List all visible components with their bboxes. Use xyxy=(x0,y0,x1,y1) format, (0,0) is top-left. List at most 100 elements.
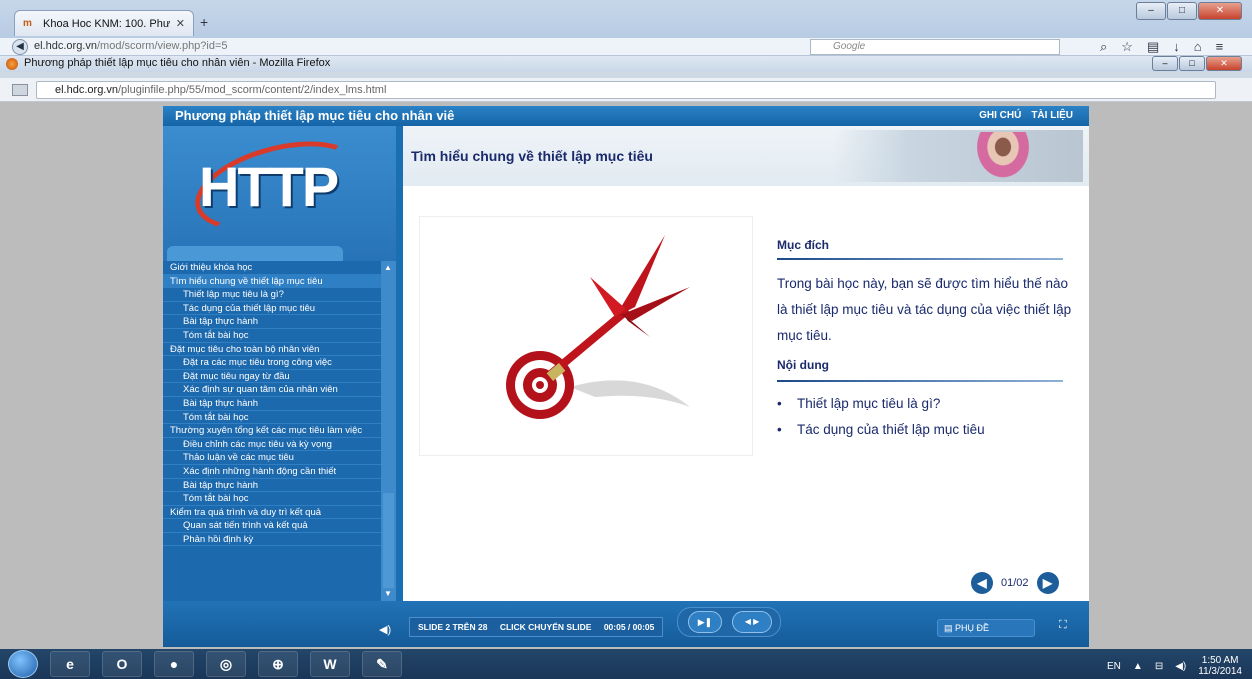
search-icon[interactable]: ⌕ xyxy=(1100,39,1107,55)
bookmarks-menu-icon[interactable]: ▤ xyxy=(1147,39,1159,55)
purpose-text: Trong bài học này, bạn sẽ được tìm hiểu … xyxy=(777,276,1072,343)
tab-close-icon[interactable]: ✕ xyxy=(176,17,185,30)
menu-subitem[interactable]: Tóm tắt bài học xyxy=(163,492,396,506)
tab-title: Khoa Hoc KNM: 100. Phươ... xyxy=(43,17,170,30)
back-button[interactable]: ◀ xyxy=(12,39,28,55)
player-control-bar: ◀) SLIDE 2 TRÊN 28 CLICK CHUYỂN SLIDE 00… xyxy=(163,601,1089,647)
menu-subitem[interactable]: Tóm tắt bài học xyxy=(163,411,396,425)
moodle-favicon-icon: m xyxy=(23,17,32,29)
firefox-icon xyxy=(6,58,18,70)
browser-tab[interactable]: m Khoa Hoc KNM: 100. Phươ... ✕ xyxy=(14,10,194,36)
volume-tray-icon[interactable]: ◀) xyxy=(1175,661,1186,672)
logo-area: HTTP xyxy=(163,125,396,262)
menu-subitem[interactable]: Đặt ra các mục tiêu trong công việc xyxy=(163,356,396,370)
main-url-host: el.hdc.org.vn xyxy=(34,40,97,52)
popup-title-bar: Phương pháp thiết lập mục tiêu cho nhân … xyxy=(0,56,1252,72)
bullet-item: • Thiết lập mục tiêu là gì? xyxy=(777,396,941,411)
course-player: Phương pháp thiết lập mục tiêu cho nhân … xyxy=(163,106,1089,647)
slide-header: Tìm hiểu chung về thiết lập mục tiêu xyxy=(403,126,1089,186)
toolbar-icons: ⌕ ☆ ▤ ↓ ⌂ ≡ xyxy=(1100,39,1223,55)
menu-subitem[interactable]: Đặt mục tiêu ngay từ đầu xyxy=(163,370,396,384)
firefox-taskbar-icon[interactable]: ● xyxy=(154,651,194,677)
minimize-button[interactable]: – xyxy=(1136,2,1166,20)
new-tab-button[interactable]: + xyxy=(200,14,208,30)
menu-subitem[interactable]: Bài tập thực hành xyxy=(163,315,396,329)
close-window-button[interactable]: ✕ xyxy=(1198,2,1242,20)
tray-expand-icon[interactable]: ▲ xyxy=(1133,661,1143,672)
maximize-button[interactable]: □ xyxy=(1167,2,1197,20)
language-indicator[interactable]: EN xyxy=(1107,661,1121,672)
content-heading: Nội dung xyxy=(777,358,829,372)
windows-taskbar: e O ● ◎ ⊕ W ✎ EN ▲ ⊟ ◀) 1:50 AM 11/3/201… xyxy=(0,649,1252,679)
menu-subitem[interactable]: Phản hồi định kỳ xyxy=(163,533,396,547)
slide-navigation: ◀ 01/02 ▶ xyxy=(971,572,1059,594)
rewind-forward-button[interactable]: ◀ ▶ xyxy=(732,611,772,633)
network-icon[interactable]: ⊟ xyxy=(1155,661,1163,672)
word-icon[interactable]: W xyxy=(310,651,350,677)
header-links: GHI CHÚ TÀI LIỆU xyxy=(979,110,1073,121)
popup-url-field[interactable]: el.hdc.org.vn/pluginfile.php/55/mod_scor… xyxy=(36,81,1216,99)
vpn-icon[interactable]: ⊕ xyxy=(258,651,298,677)
menu-icon[interactable]: ≡ xyxy=(1216,39,1224,55)
clock-date: 11/3/2014 xyxy=(1198,666,1242,677)
sidebar-icon[interactable] xyxy=(12,84,28,96)
slide-title: Tìm hiểu chung về thiết lập mục tiêu xyxy=(411,148,653,164)
menu-subitem[interactable]: Thảo luận về các mục tiêu xyxy=(163,451,396,465)
menu-section[interactable]: Giới thiệu khóa học xyxy=(163,261,396,275)
menu-subitem[interactable]: Tóm tắt bài học xyxy=(163,329,396,343)
bullet-item: • Tác dụng của thiết lập mục tiêu xyxy=(777,422,985,437)
menu-subitem[interactable]: Xác định những hành động cần thiết xyxy=(163,465,396,479)
menu-section[interactable]: Tìm hiểu chung về thiết lập mục tiêu xyxy=(163,274,396,289)
documents-link[interactable]: TÀI LIỆU xyxy=(1031,110,1073,121)
scroll-down-icon[interactable]: ▼ xyxy=(384,589,392,598)
menu-section[interactable]: Kiểm tra quá trình và duy trì kết quả xyxy=(163,506,396,520)
fullscreen-icon[interactable]: ⛶ xyxy=(1059,619,1077,637)
download-icon[interactable]: ↓ xyxy=(1173,39,1180,55)
popup-close-button[interactable]: ✕ xyxy=(1206,56,1242,71)
ie-icon[interactable]: e xyxy=(50,651,90,677)
clock[interactable]: 1:50 AM 11/3/2014 xyxy=(1198,655,1242,677)
scrollbar-thumb[interactable] xyxy=(383,493,394,588)
menu-subitem[interactable]: Tác dụng của thiết lập mục tiêu xyxy=(163,302,396,316)
search-input[interactable]: Google xyxy=(810,39,1060,55)
notes-link[interactable]: GHI CHÚ xyxy=(979,110,1021,121)
system-tray: EN ▲ ⊟ ◀) 1:50 AM 11/3/2014 xyxy=(1107,655,1242,677)
header-photo xyxy=(833,130,1083,182)
purpose-divider xyxy=(777,258,1063,260)
menu-subitem[interactable]: Điều chỉnh các mục tiêu và kỳ vọng xyxy=(163,438,396,452)
play-pause-button[interactable]: ▶❚ xyxy=(688,611,722,633)
menu-subitem[interactable]: Bài tập thực hành xyxy=(163,479,396,493)
scroll-up-icon[interactable]: ▲ xyxy=(384,263,392,272)
purpose-heading: Mục đích xyxy=(777,238,830,252)
menu-section[interactable]: Đặt mục tiêu cho toàn bộ nhân viên xyxy=(163,343,396,357)
subtitle-button[interactable]: ▤ PHỤ ĐỀ xyxy=(937,619,1035,637)
menu-subitem[interactable]: Bài tập thực hành xyxy=(163,397,396,411)
browser-nav-bar: ◀ el.hdc.org.vn/mod/scorm/view.php?id=5 … xyxy=(0,38,1252,56)
start-button[interactable] xyxy=(8,650,38,678)
slide-status-strip: SLIDE 2 TRÊN 28 CLICK CHUYỂN SLIDE 00:05… xyxy=(409,617,663,637)
prev-page-button[interactable]: ◀ xyxy=(971,572,993,594)
dart-illustration xyxy=(506,235,690,419)
popup-minimize-button[interactable]: – xyxy=(1152,56,1178,71)
menu-scrollbar[interactable]: ▲ ▼ xyxy=(381,261,396,601)
page-indicator: 01/02 xyxy=(1001,577,1029,589)
outlook-icon[interactable]: O xyxy=(102,651,142,677)
bullet-text: Thiết lập mục tiêu là gì? xyxy=(797,396,941,411)
browser-tab-bar: m Khoa Hoc KNM: 100. Phươ... ✕ + – □ ✕ xyxy=(0,0,1252,38)
menu-subitem[interactable]: Thiết lập mục tiêu là gì? xyxy=(163,288,396,302)
popup-maximize-button[interactable]: □ xyxy=(1179,56,1205,71)
volume-icon[interactable]: ◀) xyxy=(379,623,391,636)
paint-icon[interactable]: ✎ xyxy=(362,651,402,677)
popup-address-bar: el.hdc.org.vn/pluginfile.php/55/mod_scor… xyxy=(0,78,1252,102)
home-icon[interactable]: ⌂ xyxy=(1194,39,1202,55)
main-url[interactable]: el.hdc.org.vn/mod/scorm/view.php?id=5 xyxy=(34,40,774,54)
playback-controls: ▶❚ ◀ ▶ xyxy=(677,607,781,637)
chrome-icon[interactable]: ◎ xyxy=(206,651,246,677)
menu-subitem[interactable]: Quan sát tiến trình và kết quả xyxy=(163,519,396,533)
window-controls: – □ ✕ xyxy=(1136,2,1242,20)
bookmark-star-icon[interactable]: ☆ xyxy=(1121,39,1133,55)
menu-section[interactable]: Thường xuyên tổng kết các mục tiêu làm v… xyxy=(163,424,396,438)
menu-subitem[interactable]: Xác định sự quan tâm của nhân viên xyxy=(163,383,396,397)
next-page-button[interactable]: ▶ xyxy=(1036,572,1059,594)
subtitle-label: PHỤ ĐỀ xyxy=(955,623,990,633)
